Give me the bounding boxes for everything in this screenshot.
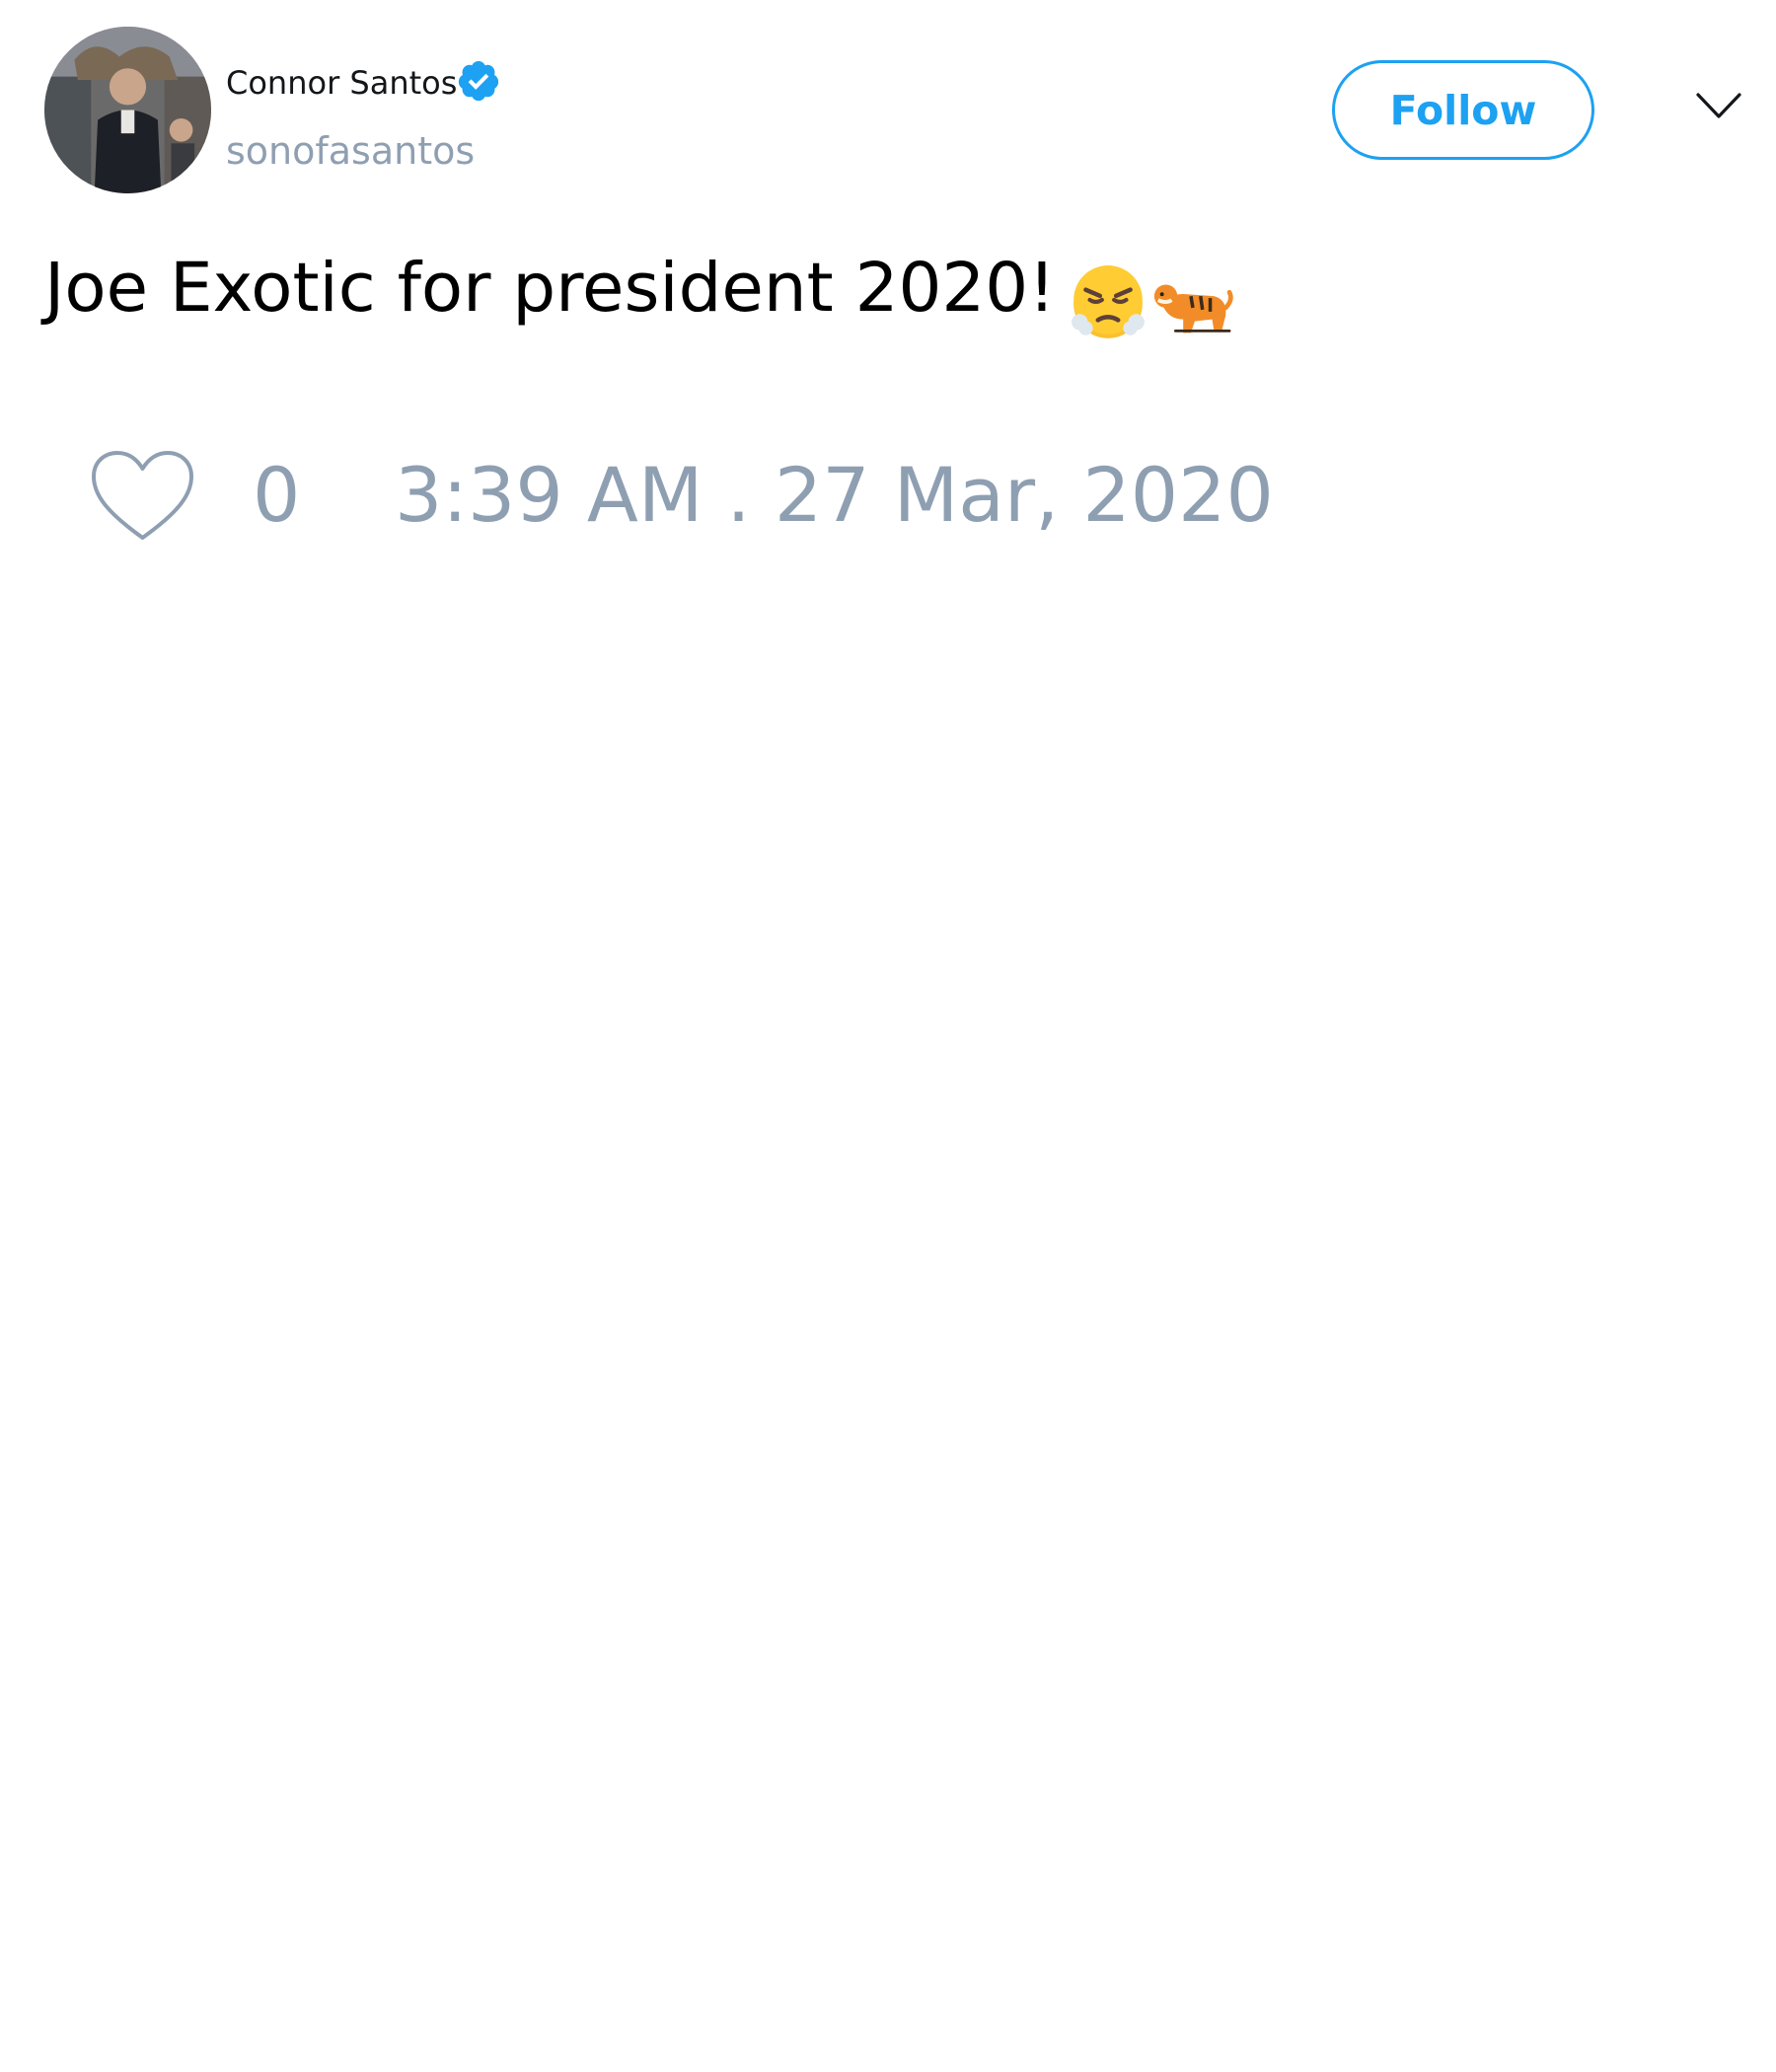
tweet-body: Joe Exotic for president 2020! bbox=[44, 249, 1056, 328]
like-count: 0 bbox=[253, 451, 301, 539]
display-name[interactable]: Connor Santos bbox=[226, 63, 457, 103]
heart-icon[interactable] bbox=[90, 449, 195, 543]
avatar-photo bbox=[44, 27, 211, 193]
verified-badge-icon bbox=[456, 58, 501, 104]
tweet-text: Joe Exotic for president 2020! bbox=[44, 247, 1233, 344]
user-handle[interactable]: sonofasantos bbox=[226, 128, 475, 174]
avatar[interactable] bbox=[44, 27, 211, 193]
follow-button[interactable]: Follow bbox=[1332, 60, 1594, 160]
tweet-timestamp[interactable]: 3:39 AM . 27 Mar, 2020 bbox=[395, 454, 1274, 537]
tiger-icon bbox=[1153, 284, 1233, 333]
tweet-emojis bbox=[1068, 259, 1233, 344]
chevron-down-icon[interactable] bbox=[1695, 91, 1742, 120]
face-with-steam-from-nose-icon bbox=[1071, 265, 1145, 338]
